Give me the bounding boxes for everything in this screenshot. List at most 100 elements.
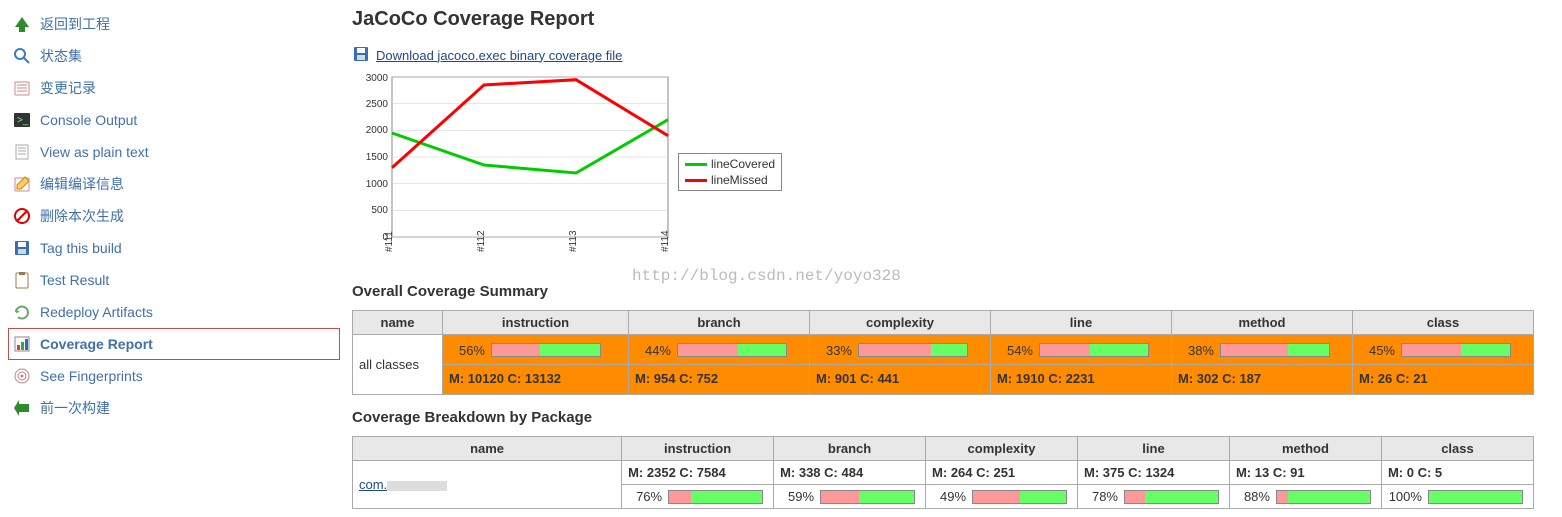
cell-instruction-bar: 56%	[443, 335, 629, 365]
col-instruction: instruction	[443, 311, 629, 335]
sidebar-item-see-fingerprints[interactable]: See Fingerprints	[8, 360, 340, 392]
sidebar-item-label: 返回到工程	[40, 14, 110, 34]
save-icon	[352, 45, 372, 65]
legend-swatch-icon	[685, 179, 707, 182]
breakdown-table: name instruction branch complexity line …	[352, 436, 1534, 509]
document-icon	[12, 142, 32, 162]
cell-instruction-bar: 76%	[622, 485, 774, 509]
cell-line-bar: 78%	[1078, 485, 1230, 509]
package-name-cell: com.	[353, 461, 622, 509]
cell-class-bar: 100%	[1381, 485, 1533, 509]
cell-complexity-mc: M: 901 C: 441	[810, 365, 991, 395]
cell-branch-bar: 59%	[774, 485, 926, 509]
xtick: #113	[568, 230, 579, 252]
sidebar-item-plain-text[interactable]: View as plain text	[8, 136, 340, 168]
sidebar-item-changes[interactable]: 变更记录	[8, 72, 340, 104]
download-link[interactable]: Download jacoco.exec binary coverage fil…	[376, 48, 622, 63]
sidebar-item-label: Tag this build	[40, 240, 122, 256]
sidebar-item-delete-build[interactable]: 删除本次生成	[8, 200, 340, 232]
sidebar-item-label: Redeploy Artifacts	[40, 304, 153, 320]
cell-method-mc: M: 13 C: 91	[1229, 461, 1381, 485]
cell-class-mc: M: 0 C: 5	[1381, 461, 1533, 485]
sidebar-item-label: Console Output	[40, 112, 137, 128]
col-name: name	[353, 437, 622, 461]
coverage-icon	[12, 334, 32, 354]
sidebar-item-back-to-project[interactable]: 返回到工程	[8, 8, 340, 40]
col-name: name	[353, 311, 443, 335]
legend-item: lineMissed	[683, 172, 777, 188]
breakdown-heading: Coverage Breakdown by Package	[352, 409, 1550, 426]
ytick: 500	[371, 205, 388, 216]
package-link[interactable]: com.	[359, 477, 447, 492]
cell-branch-mc: M: 954 C: 752	[629, 365, 810, 395]
ytick: 1000	[366, 179, 389, 190]
ytick: 2000	[366, 125, 389, 136]
table-header-row: name instruction branch complexity line …	[353, 437, 1534, 461]
redacted-text	[387, 481, 447, 491]
watermark-text: http://blog.csdn.net/yoyo328	[632, 267, 901, 285]
cell-method-bar: 38%	[1172, 335, 1353, 365]
sidebar-item-label: 删除本次生成	[40, 206, 124, 226]
legend-item: lineCovered	[683, 156, 777, 172]
xtick: #112	[476, 230, 487, 252]
sidebar-item-label: Coverage Report	[40, 336, 153, 352]
forbidden-icon	[12, 206, 32, 226]
sidebar-item-status[interactable]: 状态集	[8, 40, 340, 72]
save-icon	[12, 238, 32, 258]
legend-label: lineCovered	[711, 157, 775, 171]
cell-complexity-bar: 49%	[926, 485, 1078, 509]
terminal-icon: >_	[12, 110, 32, 130]
edit-notes-icon	[12, 174, 32, 194]
ytick: 2500	[366, 99, 389, 110]
cell-line-bar: 54%	[991, 335, 1172, 365]
sidebar-item-console-output[interactable]: >_ Console Output	[8, 104, 340, 136]
cell-branch-mc: M: 338 C: 484	[774, 461, 926, 485]
chart-legend: lineCovered lineMissed	[678, 153, 782, 191]
cell-branch-bar: 44%	[629, 335, 810, 365]
redeploy-icon	[12, 302, 32, 322]
sidebar-item-previous-build[interactable]: 前一次构建	[8, 392, 340, 424]
sidebar-item-label: See Fingerprints	[40, 368, 143, 384]
col-line: line	[1078, 437, 1230, 461]
up-arrow-icon	[12, 14, 32, 34]
ytick: 1500	[366, 152, 389, 163]
sidebar-item-coverage-report[interactable]: Coverage Report	[8, 328, 340, 360]
coverage-bar	[972, 490, 1067, 504]
coverage-bar	[1428, 490, 1523, 504]
cell-line-mc: M: 375 C: 1324	[1078, 461, 1230, 485]
coverage-trend-chart: 0 500 1000 1500 2000 2500 3000	[352, 69, 772, 269]
notes-icon	[12, 78, 32, 98]
col-method: method	[1229, 437, 1381, 461]
sidebar-item-label: 前一次构建	[40, 398, 110, 418]
page-title: JaCoCo Coverage Report	[352, 8, 1550, 31]
col-instruction: instruction	[622, 437, 774, 461]
cell-instruction-mc: M: 10120 C: 13132	[443, 365, 629, 395]
search-icon	[12, 46, 32, 66]
left-arrow-icon	[12, 398, 32, 418]
chart-svg: 0 500 1000 1500 2000 2500 3000	[352, 69, 682, 269]
col-line: line	[991, 311, 1172, 335]
clipboard-icon	[12, 270, 32, 290]
cell-class-mc: M: 26 C: 21	[1353, 365, 1534, 395]
sidebar-item-test-result[interactable]: Test Result	[8, 264, 340, 296]
cell-line-mc: M: 1910 C: 2231	[991, 365, 1172, 395]
sidebar-item-tag-build[interactable]: Tag this build	[8, 232, 340, 264]
col-complexity: complexity	[926, 437, 1078, 461]
coverage-bar	[1401, 343, 1511, 357]
col-method: method	[1172, 311, 1353, 335]
sidebar-item-edit-build-info[interactable]: 编辑编译信息	[8, 168, 340, 200]
col-complexity: complexity	[810, 311, 991, 335]
svg-text:>_: >_	[17, 115, 29, 126]
overall-coverage-table: name instruction branch complexity line …	[352, 310, 1534, 395]
sidebar-item-label: View as plain text	[40, 144, 149, 160]
sidebar-item-label: 变更记录	[40, 78, 96, 98]
col-class: class	[1353, 311, 1534, 335]
coverage-bar	[491, 343, 601, 357]
coverage-bar	[1124, 490, 1219, 504]
col-branch: branch	[629, 311, 810, 335]
col-class: class	[1381, 437, 1533, 461]
table-row: com. M: 2352 C: 7584 M: 338 C: 484 M: 26…	[353, 461, 1534, 485]
sidebar-item-redeploy-artifacts[interactable]: Redeploy Artifacts	[8, 296, 340, 328]
cell-class-bar: 45%	[1353, 335, 1534, 365]
table-header-row: name instruction branch complexity line …	[353, 311, 1534, 335]
